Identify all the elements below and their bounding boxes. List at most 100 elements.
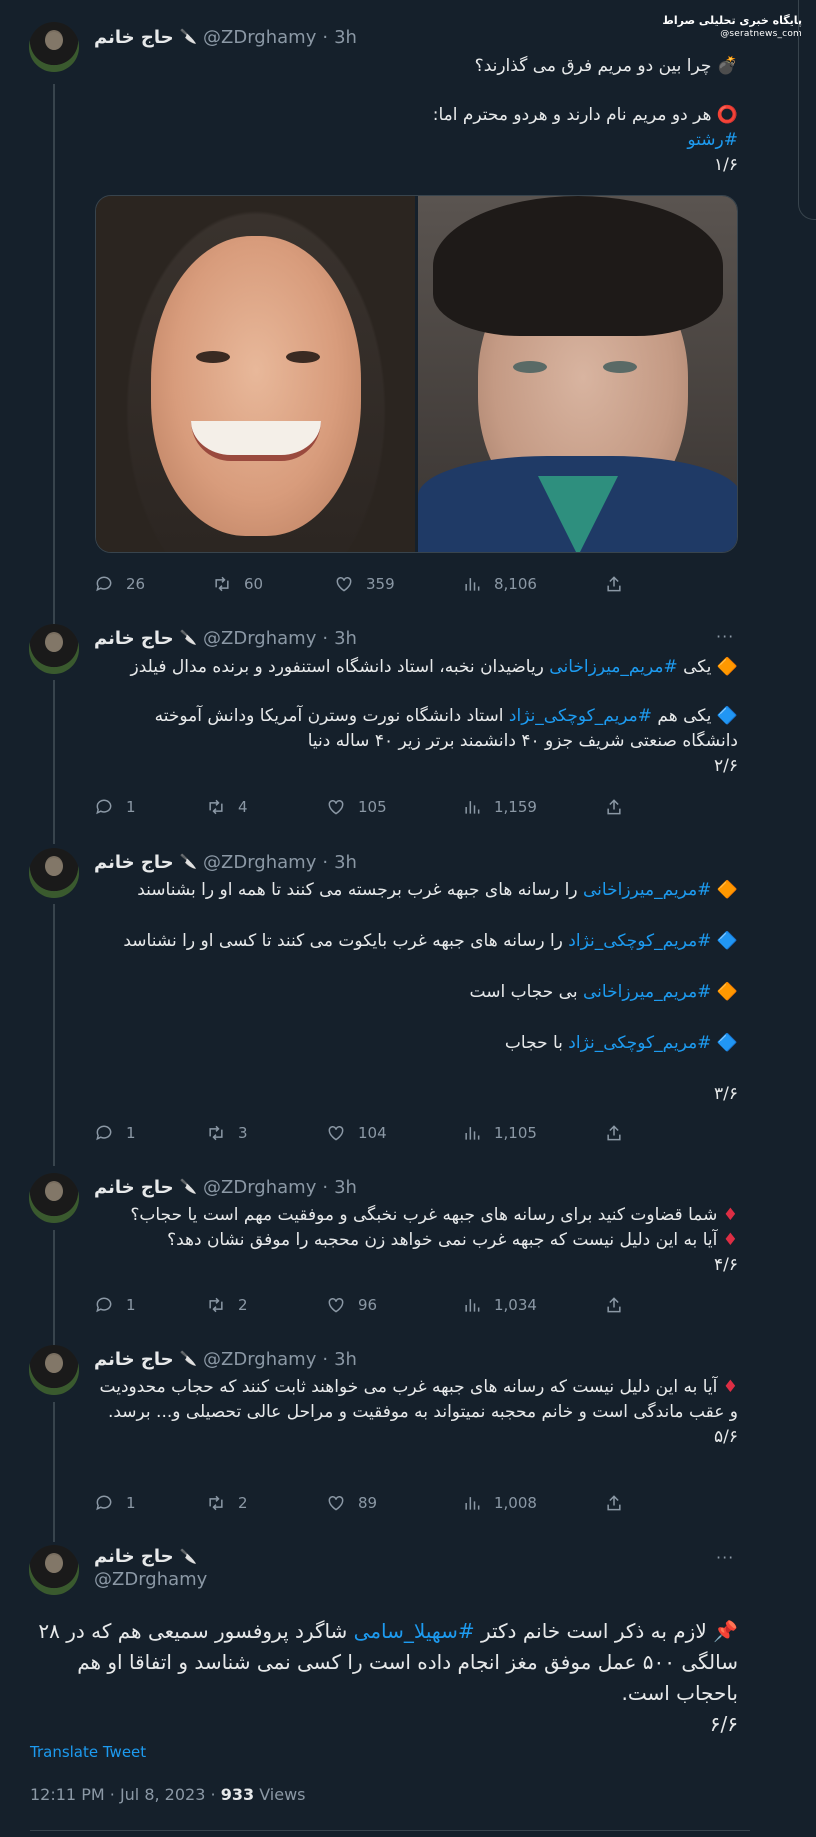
reply-icon [96, 799, 112, 815]
share-button[interactable] [604, 574, 624, 594]
user-handle[interactable]: @ZDrghamy [203, 1349, 316, 1370]
display-name[interactable]: حاج خانم [94, 628, 174, 649]
reply-button[interactable]: 1 [94, 1295, 136, 1315]
display-name[interactable]: حاج خانم [94, 27, 174, 48]
like-count: 359 [366, 575, 395, 593]
user-handle[interactable]: @ZDrghamy [203, 27, 316, 48]
views-count: 1,159 [494, 798, 537, 816]
user-handle[interactable]: @ZDrghamy [94, 1569, 207, 1590]
knife-icon: 🔪 [179, 854, 198, 870]
tweet-header: حاج خانم 🔪 @ZDrghamy · 3h [94, 851, 357, 873]
action-bar: 1 2 89 1,008 [94, 1490, 654, 1516]
tweet-date[interactable]: Jul 8, 2023 [120, 1785, 205, 1804]
hashtag-link[interactable]: #سهیلا_سامی [354, 1619, 475, 1643]
photo-left[interactable] [96, 196, 416, 552]
like-count: 105 [358, 798, 387, 816]
share-button[interactable] [604, 1123, 624, 1143]
photo-right[interactable] [415, 196, 737, 552]
like-button[interactable]: 359 [334, 574, 395, 594]
display-name[interactable]: حاج خانم [94, 1349, 174, 1370]
more-options-button[interactable]: ··· [716, 1548, 734, 1567]
user-handle[interactable]: @ZDrghamy [203, 1177, 316, 1198]
share-icon [607, 799, 621, 815]
views-count: 8,106 [494, 575, 537, 593]
retweet-button[interactable]: 2 [206, 1295, 248, 1315]
share-button[interactable] [604, 1493, 624, 1513]
text-span: بی حجاب است [469, 982, 583, 1002]
thread-line [53, 904, 55, 1166]
user-handle[interactable]: @ZDrghamy [203, 628, 316, 649]
hashtag-link[interactable]: #مریم_کوچکی_نژاد [568, 1033, 711, 1053]
analytics-icon [465, 801, 480, 814]
tweet-time[interactable]: 12:11 PM [30, 1785, 105, 1804]
red-diamond-icon: ♦ [722, 1377, 738, 1397]
display-name[interactable]: حاج خانم [94, 1177, 174, 1198]
hashtag-link[interactable]: #مریم_کوچکی_نژاد [509, 706, 652, 726]
views-button[interactable]: 8,106 [462, 574, 537, 594]
views-count: 1,034 [494, 1296, 537, 1314]
hashtag-link[interactable]: #مریم_میرزاخانی [583, 880, 711, 900]
hashtag-link[interactable]: #مریم_کوچکی_نژاد [568, 931, 711, 951]
views-button[interactable]: 1,105 [462, 1123, 537, 1143]
share-button[interactable] [604, 1295, 624, 1315]
reply-button[interactable]: 1 [94, 1123, 136, 1143]
avatar[interactable] [29, 624, 79, 674]
separator: · [322, 851, 329, 873]
tweet-line: 🔷 #مریم_کوچکی_نژاد با حجاب [94, 1031, 738, 1056]
timestamp[interactable]: 3h [334, 628, 357, 649]
retweet-button[interactable]: 60 [212, 574, 263, 594]
reply-icon [96, 1125, 112, 1141]
retweet-count: 3 [238, 1124, 248, 1142]
tweet-line: 🔶 #مریم_میرزاخانی بی حجاب است [94, 980, 738, 1005]
timestamp[interactable]: 3h [334, 1177, 357, 1198]
display-name[interactable]: حاج خانم [94, 1546, 174, 1567]
hashtag-link[interactable]: #مریم_میرزاخانی [549, 657, 677, 677]
like-button[interactable]: 104 [326, 1123, 387, 1143]
watermark-handle: @seratnews_com [720, 29, 802, 39]
timestamp[interactable]: 3h [334, 1349, 357, 1370]
retweet-button[interactable]: 4 [206, 797, 248, 817]
share-icon [607, 1495, 621, 1511]
thread-number: ۴/۶ [714, 1255, 738, 1275]
translate-tweet-link[interactable]: Translate Tweet [30, 1743, 146, 1761]
thread-number: ۲/۶ [714, 756, 738, 776]
user-handle[interactable]: @ZDrghamy [203, 852, 316, 873]
thread-number: ۳/۶ [714, 1084, 738, 1104]
retweet-count: 60 [244, 575, 264, 593]
timestamp[interactable]: 3h [334, 852, 357, 873]
views-button[interactable]: 1,159 [462, 797, 537, 817]
retweet-icon [209, 1297, 223, 1313]
avatar[interactable] [29, 1345, 79, 1395]
avatar[interactable] [29, 22, 79, 72]
avatar[interactable] [29, 1545, 79, 1595]
tweet-photo[interactable] [95, 195, 738, 553]
like-button[interactable]: 105 [326, 797, 387, 817]
like-button[interactable]: 96 [326, 1295, 377, 1315]
hashtag-link[interactable]: #رشتو [94, 128, 738, 153]
more-options-button[interactable]: ··· [716, 627, 734, 646]
hashtag-link[interactable]: #مریم_میرزاخانی [583, 982, 711, 1002]
like-button[interactable]: 89 [326, 1493, 377, 1513]
like-count: 104 [358, 1124, 387, 1142]
reply-count: 26 [126, 575, 146, 593]
reply-button[interactable]: 1 [94, 1493, 136, 1513]
tweet-text: 💣 چرا بین دو مریم فرق می گذارند؟ ⭕ هر دو… [94, 54, 738, 178]
retweet-icon [209, 1495, 223, 1511]
share-button[interactable] [604, 797, 624, 817]
views-button[interactable]: 1,034 [462, 1295, 537, 1315]
display-name[interactable]: حاج خانم [94, 852, 174, 873]
reply-button[interactable]: 1 [94, 797, 136, 817]
views-button[interactable]: 1,008 [462, 1493, 537, 1513]
avatar[interactable] [29, 848, 79, 898]
tweet-header: حاج خانم 🔪 @ZDrghamy · 3h [94, 26, 357, 48]
timestamp[interactable]: 3h [334, 27, 357, 48]
text-span: یکی هم [652, 706, 712, 726]
avatar[interactable] [29, 1173, 79, 1223]
retweet-button[interactable]: 2 [206, 1493, 248, 1513]
tweet-header: حاج خانم 🔪 @ZDrghamy · 3h [94, 627, 357, 649]
reply-button[interactable]: 26 [94, 574, 145, 594]
thread-line [53, 1230, 55, 1346]
blue-diamond-icon: 🔷 [716, 706, 738, 726]
retweet-button[interactable]: 3 [206, 1123, 248, 1143]
tweet-text: 🔶 #مریم_میرزاخانی را رسانه های جبهه غرب … [94, 878, 738, 1107]
